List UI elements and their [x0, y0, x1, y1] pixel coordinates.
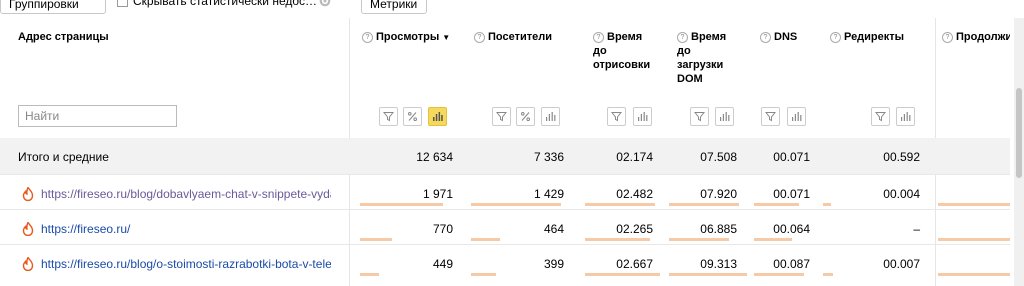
cell-dom-time: 07.920 — [700, 187, 737, 201]
filter-icon[interactable] — [492, 107, 511, 126]
filter-icon[interactable] — [607, 107, 626, 126]
filter-icon[interactable] — [379, 107, 398, 126]
toolbar: Группировки Скрывать статистически недос… — [0, 0, 1024, 18]
filter-icon[interactable] — [690, 107, 709, 126]
header-redirects[interactable]: ? Редиректы — [830, 30, 904, 44]
cell-redirects: 00.007 — [883, 257, 920, 271]
cell-visitors: 399 — [543, 257, 564, 271]
totals-redirects: 00.592 — [883, 150, 920, 164]
cell-render-time: 02.667 — [616, 257, 653, 271]
totals-dns: 00.071 — [773, 150, 810, 164]
bar-chart-icon[interactable] — [896, 107, 915, 126]
percent-icon[interactable] — [516, 107, 535, 126]
help-icon[interactable]: ? — [677, 32, 688, 43]
fire-icon — [22, 187, 34, 201]
cell-views: 1 971 — [422, 187, 453, 201]
render-time-bar — [585, 203, 655, 206]
help-icon[interactable]: ? — [830, 32, 841, 43]
header-visitors[interactable]: ? Посетители — [474, 30, 552, 44]
visitors-share-bar — [471, 238, 500, 241]
header-dns[interactable]: ? DNS — [760, 30, 797, 44]
cell-dns: 00.087 — [773, 257, 810, 271]
dns-bar — [754, 273, 804, 276]
table-row[interactable]: https://fireseo.ru/blog/o-stoimosti-razr… — [0, 244, 1010, 279]
help-icon[interactable]: ? — [760, 32, 771, 43]
filter-icon[interactable] — [871, 107, 890, 126]
fire-icon — [22, 257, 34, 271]
hide-stats-checkbox[interactable] — [117, 0, 128, 7]
totals-label: Итого и средние — [18, 150, 109, 164]
header-connection[interactable]: ?Продолжительность установки соединения — [942, 30, 1010, 44]
dom-time-bar — [669, 203, 739, 206]
cell-dns: 00.064 — [773, 222, 810, 236]
header-render-time[interactable]: ? Время до отрисовки — [593, 30, 650, 72]
redirects-bar — [823, 203, 831, 206]
totals-views: 12 634 — [416, 150, 453, 164]
bar-chart-icon[interactable] — [715, 107, 734, 126]
filter-icon[interactable] — [761, 107, 780, 126]
cell-dom-time: 09.313 — [700, 257, 737, 271]
header-views[interactable]: ? Просмотры ▼ — [362, 30, 450, 45]
page-url-link[interactable]: https://fireseo.ru/blog/o-stoimosti-razr… — [41, 257, 331, 271]
scrollbar-thumb[interactable] — [1016, 88, 1022, 178]
bar-chart-icon[interactable] — [787, 107, 806, 126]
connection-bar — [938, 273, 1010, 276]
cell-render-time: 02.482 — [616, 187, 653, 201]
redirects-bar — [823, 273, 833, 276]
hide-stats-option[interactable]: Скрывать статистически недостоверные дан… — [117, 0, 321, 8]
header-dom-time[interactable]: ? Время до загрузки DOM — [677, 30, 733, 86]
help-icon[interactable]: ? — [942, 32, 953, 43]
cell-redirects: 00.004 — [883, 187, 920, 201]
help-icon[interactable]: ? — [593, 32, 604, 43]
cell-render-time: 02.265 — [616, 222, 653, 236]
totals-dom-time: 07.508 — [700, 150, 737, 164]
hide-stats-label: Скрывать статистически недостоверные дан… — [133, 0, 321, 8]
connection-bar — [938, 203, 1010, 206]
render-time-bar — [585, 273, 660, 276]
cell-redirects: – — [913, 222, 920, 236]
cell-dom-time: 06.885 — [700, 222, 737, 236]
totals-row — [0, 138, 1010, 174]
cell-views: 449 — [432, 257, 453, 271]
help-icon[interactable]: ? — [362, 32, 373, 43]
dom-time-bar — [669, 238, 729, 241]
cell-views: 770 — [432, 222, 453, 236]
bar-chart-icon[interactable] — [541, 107, 560, 126]
bar-chart-icon[interactable] — [633, 107, 652, 126]
page-url-link[interactable]: https://fireseo.ru/ — [41, 222, 331, 236]
fire-icon — [22, 222, 34, 236]
groupings-button[interactable]: Группировки — [0, 0, 106, 14]
gear-icon[interactable] — [318, 0, 332, 8]
cell-dns: 00.071 — [773, 187, 810, 201]
visitors-share-bar — [471, 273, 496, 276]
sort-desc-icon: ▼ — [442, 33, 451, 42]
dom-time-bar — [669, 273, 747, 276]
render-time-bar — [585, 238, 650, 241]
metrics-button[interactable]: Метрики — [361, 0, 427, 14]
connection-bar — [938, 238, 1010, 241]
header-address[interactable]: Адрес страницы — [18, 30, 109, 44]
percent-icon[interactable] — [403, 107, 422, 126]
totals-render-time: 02.174 — [616, 150, 653, 164]
cell-visitors: 1 429 — [533, 187, 564, 201]
bar-chart-icon[interactable] — [428, 107, 447, 126]
totals-visitors: 7 336 — [533, 150, 564, 164]
table-row[interactable]: https://fireseo.ru/ — [0, 209, 1010, 244]
report-table: Адрес страницы ? Просмотры ▼ ? Посетители ?… — [0, 18, 1010, 286]
dns-bar — [754, 238, 792, 241]
dns-bar — [754, 203, 799, 206]
cell-visitors: 464 — [543, 222, 564, 236]
views-share-bar — [360, 238, 392, 241]
visitors-share-bar — [471, 203, 561, 206]
views-share-bar — [360, 273, 379, 276]
views-share-bar — [360, 203, 443, 206]
search-input[interactable] — [18, 105, 177, 127]
page-url-link[interactable]: https://fireseo.ru/blog/dobavlyaem-chat-… — [41, 187, 331, 201]
help-icon[interactable]: ? — [474, 32, 485, 43]
